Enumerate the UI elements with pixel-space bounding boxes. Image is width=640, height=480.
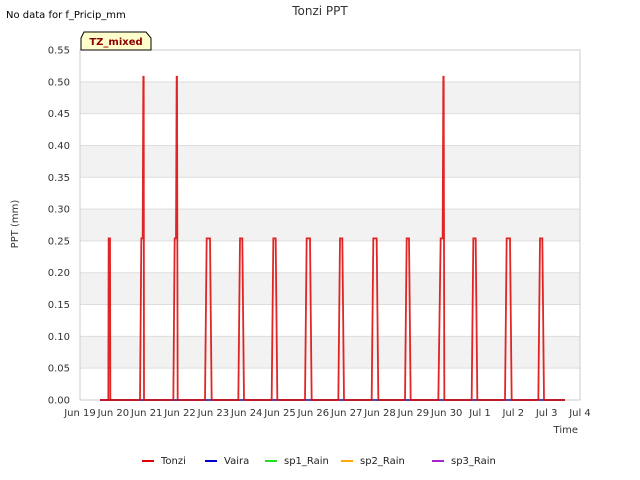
y-tick-label: 0.35	[48, 173, 70, 184]
y-tick-label: 0.05	[48, 364, 70, 375]
badge-label: TZ_mixed	[89, 37, 142, 48]
x-tick-label: Jun 22	[163, 408, 196, 419]
y-tick-label: 0.15	[48, 300, 70, 311]
legend: Tonzi Vaira sp1_Rain sp2_Rain sp3_Rain	[142, 456, 496, 467]
x-tick-label: Jun 25	[263, 408, 296, 419]
x-tick-label: Jun 21	[130, 408, 163, 419]
x-tick-label: Jul 1	[468, 408, 491, 419]
x-tick-label: Jul 3	[535, 408, 558, 419]
y-tick-label: 0.40	[48, 141, 70, 152]
no-data-note: No data for f_Pricip_mm	[6, 10, 126, 21]
grid-band	[80, 145, 580, 178]
ppt-chart: No data for f_Pricip_mm Tonzi PPT 0.000.…	[6, 4, 591, 467]
y-tick-label: 0.55	[48, 46, 70, 57]
legend-label: sp3_Rain	[451, 456, 496, 467]
site-badge: TZ_mixed	[80, 31, 152, 51]
grid-band	[80, 81, 580, 114]
x-axis-label: Time	[553, 425, 578, 436]
y-tick-label: 0.20	[48, 268, 70, 279]
legend-label: Vaira	[224, 456, 249, 467]
x-tick-label: Jun 23	[197, 408, 230, 419]
x-tick-label: Jun 27	[330, 408, 363, 419]
y-tick-label: 0.10	[48, 332, 70, 343]
y-axis-label: PPT (mm)	[10, 200, 21, 249]
x-tick-label: Jun 30	[430, 408, 463, 419]
x-tick-label: Jun 26	[297, 408, 330, 419]
y-tick-label: 0.25	[48, 236, 70, 247]
y-tick-labels: 0.00 0.05 0.10 0.15 0.20 0.25 0.30 0.35 0.40 0.45…	[48, 46, 70, 407]
legend-label: sp2_Rain	[360, 456, 405, 467]
x-tick-label: Jul 2	[502, 408, 525, 419]
x-tick-labels: Jun 19 Jun 20 Jun 21 Jun 22 Jun 23 Jun 24 Jun …	[63, 408, 591, 419]
x-tick-label: Jun 24	[230, 408, 263, 419]
x-tick-label: Jun 28	[363, 408, 396, 419]
y-tick-label: 0.30	[48, 205, 70, 216]
y-tick-label: 0.50	[48, 77, 70, 88]
x-tick-label: Jun 19	[63, 408, 96, 419]
grid-band	[80, 209, 580, 241]
y-tick-label: 0.00	[48, 396, 70, 407]
chart-title: Tonzi PPT	[291, 4, 348, 18]
legend-label: Tonzi	[160, 456, 186, 467]
legend-label: sp1_Rain	[284, 456, 329, 467]
grid-band	[80, 272, 580, 305]
x-tick-label: Jun 20	[97, 408, 130, 419]
x-tick-label: Jun 29	[397, 408, 430, 419]
y-tick-label: 0.45	[48, 109, 70, 120]
x-tick-label: Jul 4	[568, 408, 591, 419]
